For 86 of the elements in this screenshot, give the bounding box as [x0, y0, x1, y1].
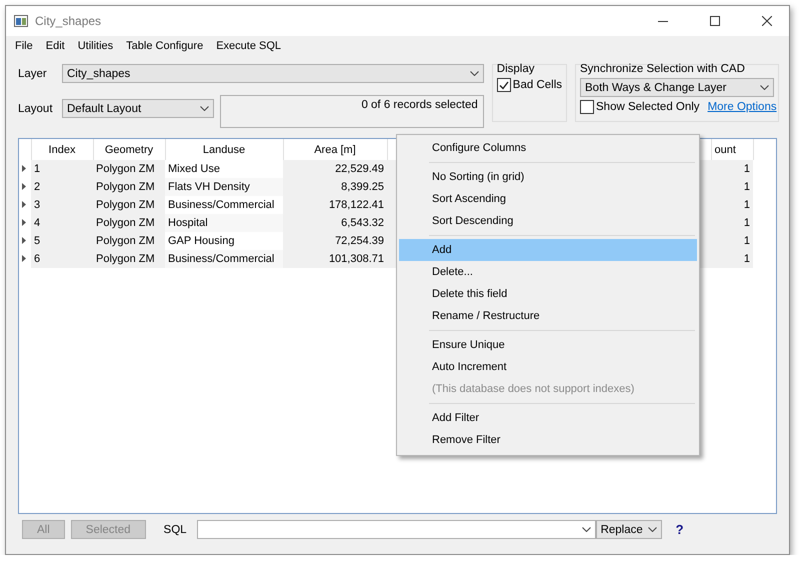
table-cell: 1	[744, 253, 750, 265]
table-cell: Flats VH Density	[168, 181, 250, 193]
chevron-down-icon	[582, 527, 591, 532]
menu-option[interactable]: Delete this field	[399, 283, 697, 305]
group-title: Display	[496, 63, 536, 75]
table-cell: 6,543.32	[341, 217, 384, 229]
table-cell: 3	[34, 199, 40, 211]
menu-option[interactable]: Delete...	[399, 261, 697, 283]
group-title: Synchronize Selection with CAD	[580, 63, 746, 75]
table-cell: 8,399.25	[341, 181, 384, 193]
sync-dropdown[interactable]: Both Ways & Change Layer	[580, 78, 774, 97]
maximize-icon[interactable]	[710, 16, 720, 26]
layout-label: Layout	[18, 102, 54, 114]
table-cell: Polygon ZM	[96, 181, 155, 193]
chevron-down-icon	[648, 527, 657, 532]
table-cell: Polygon ZM	[96, 217, 155, 229]
checkbox-label: Show Selected Only	[596, 101, 700, 113]
show-selected-checkbox[interactable]	[580, 100, 594, 114]
table-cell: 1	[744, 181, 750, 193]
menu-item[interactable]: Table Configure	[126, 40, 204, 52]
table-cell: Polygon ZM	[96, 253, 155, 265]
table-cell: Hospital	[168, 217, 208, 229]
table-cell: Polygon ZM	[96, 163, 155, 175]
minimize-icon[interactable]	[658, 20, 668, 22]
mode-dropdown[interactable]: Replace	[596, 520, 662, 539]
close-icon[interactable]	[762, 16, 772, 26]
menu-option[interactable]: No Sorting (in grid)	[399, 166, 697, 188]
table-cell: 1	[744, 199, 750, 211]
menu-option[interactable]: Sort Ascending	[399, 188, 697, 210]
row-expand-icon[interactable]	[22, 201, 26, 208]
menu-item[interactable]: File	[15, 40, 33, 52]
table-cell: 2	[34, 181, 40, 193]
sql-label: SQL	[164, 524, 187, 536]
layer-dropdown[interactable]: City_shapes	[62, 64, 484, 83]
table-cell: 72,254.39	[335, 235, 384, 247]
row-expand-icon[interactable]	[22, 183, 26, 190]
row-expand-icon[interactable]	[22, 165, 26, 172]
menu-option[interactable]: Rename / Restructure	[399, 305, 697, 327]
menu-item[interactable]: Edit	[46, 40, 65, 52]
layout-dropdown[interactable]: Default Layout	[62, 99, 214, 118]
table-cell: 5	[34, 235, 40, 247]
chevron-down-icon	[470, 71, 479, 76]
menu-option[interactable]: Configure Columns	[399, 137, 697, 159]
table-cell: Business/Commercial	[168, 199, 274, 211]
table-cell: 22,529.49	[335, 163, 384, 175]
menu-option[interactable]: Ensure Unique	[399, 334, 697, 356]
menu-option[interactable]: Auto Increment	[399, 356, 697, 378]
table-cell: 178,122.41	[328, 199, 384, 211]
table-cell: Polygon ZM	[96, 235, 155, 247]
table-cell: 1	[744, 217, 750, 229]
layer-label: Layer	[18, 68, 48, 80]
menu-item[interactable]: Utilities	[78, 40, 114, 52]
table-cell: GAP Housing	[168, 235, 234, 247]
table-cell: 4	[34, 217, 40, 229]
bad-cells-checkbox[interactable]	[496, 78, 511, 92]
chevron-down-icon	[760, 85, 769, 90]
help-button[interactable]: ?	[676, 522, 684, 537]
table-cell: 1	[34, 163, 40, 175]
table-cell: Business/Commercial	[168, 253, 274, 265]
window-title: City_shapes	[35, 14, 102, 28]
column-header[interactable]: Geometry	[104, 144, 154, 156]
table-cell: 101,308.71	[328, 253, 384, 265]
checkmark-icon	[498, 80, 509, 90]
chevron-down-icon	[200, 106, 209, 111]
menu-option[interactable]: Sort Descending	[399, 210, 697, 232]
row-expand-icon[interactable]	[22, 219, 26, 226]
sql-input[interactable]	[196, 520, 596, 539]
records-status: 0 of 6 records selected	[220, 95, 484, 128]
column-header[interactable]: ount	[714, 144, 736, 156]
window-icon	[14, 15, 28, 27]
table-cell: 1	[744, 235, 750, 247]
column-header[interactable]: Index	[48, 144, 76, 156]
menu-item[interactable]: Execute SQL	[216, 40, 282, 52]
table-cell: Polygon ZM	[96, 199, 155, 211]
menu-option[interactable]: Add Filter	[399, 407, 697, 429]
column-header[interactable]: Landuse	[202, 144, 246, 156]
table-cell: 6	[34, 253, 40, 265]
menu-option[interactable]: Add	[399, 239, 697, 261]
row-expand-icon[interactable]	[22, 237, 26, 244]
table-cell: Mixed Use	[168, 163, 220, 175]
column-header[interactable]: Area [m]	[314, 144, 356, 156]
more-options-link[interactable]: More Options	[708, 101, 777, 113]
table-cell: 1	[744, 163, 750, 175]
menu-option[interactable]: Remove Filter	[399, 429, 697, 451]
checkbox-label: Bad Cells	[512, 79, 562, 91]
row-expand-icon[interactable]	[22, 255, 26, 262]
